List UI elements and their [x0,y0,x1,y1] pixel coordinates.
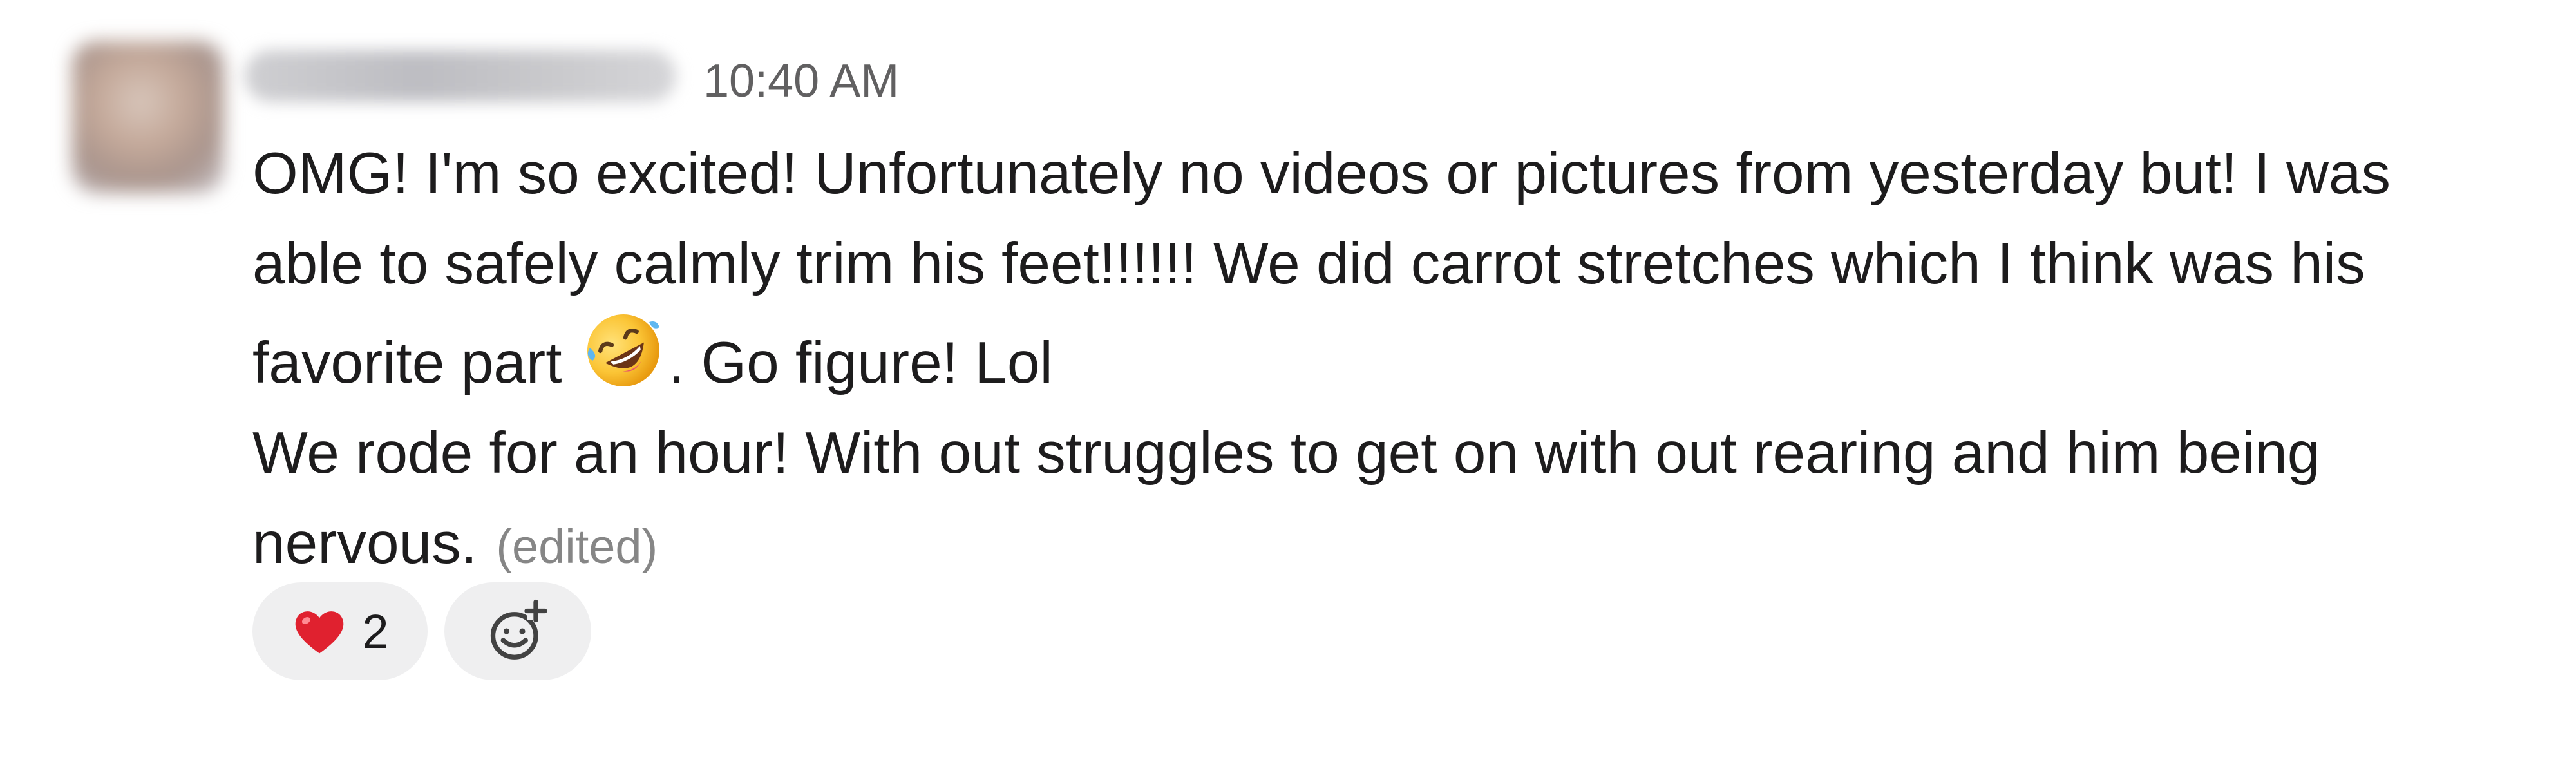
heart-icon [296,611,344,654]
message-line-5: nervous. (edited) [252,499,2506,592]
message-body: OMG! I'm so excited! Unfortunately no vi… [252,129,2506,592]
message-line-1: OMG! I'm so excited! Unfortunately no vi… [252,141,2391,206]
message-line-3-text: favorite part [252,330,562,395]
message-line-4: We rode for an hour! With out struggles … [252,421,2320,486]
edited-label: (edited) [496,520,658,573]
heart-reaction-count: 2 [362,604,389,658]
message-line-5-text: nervous. [252,511,478,576]
message-timestamp[interactable]: 10:40 AM [703,49,899,113]
message-line-3-tail: . Go figure! Lol [668,330,1053,395]
avatar[interactable] [72,41,224,193]
add-reaction-button[interactable] [444,582,591,680]
rolling-on-the-floor-laughing-icon [587,314,659,386]
reactions-bar: 2 [252,582,591,680]
heart-reaction-button[interactable]: 2 [252,582,428,680]
message-line-3: favorite part . Go figure! Lol [252,309,2506,408]
chat-message: 10:40 AM OMG! I'm so excited! Unfortunat… [0,0,2576,762]
sender-name-redacted[interactable] [245,50,676,102]
add-reaction-icon [490,599,547,660]
message-line-2: able to safely calmly trim his feet!!!!!… [252,231,2365,296]
